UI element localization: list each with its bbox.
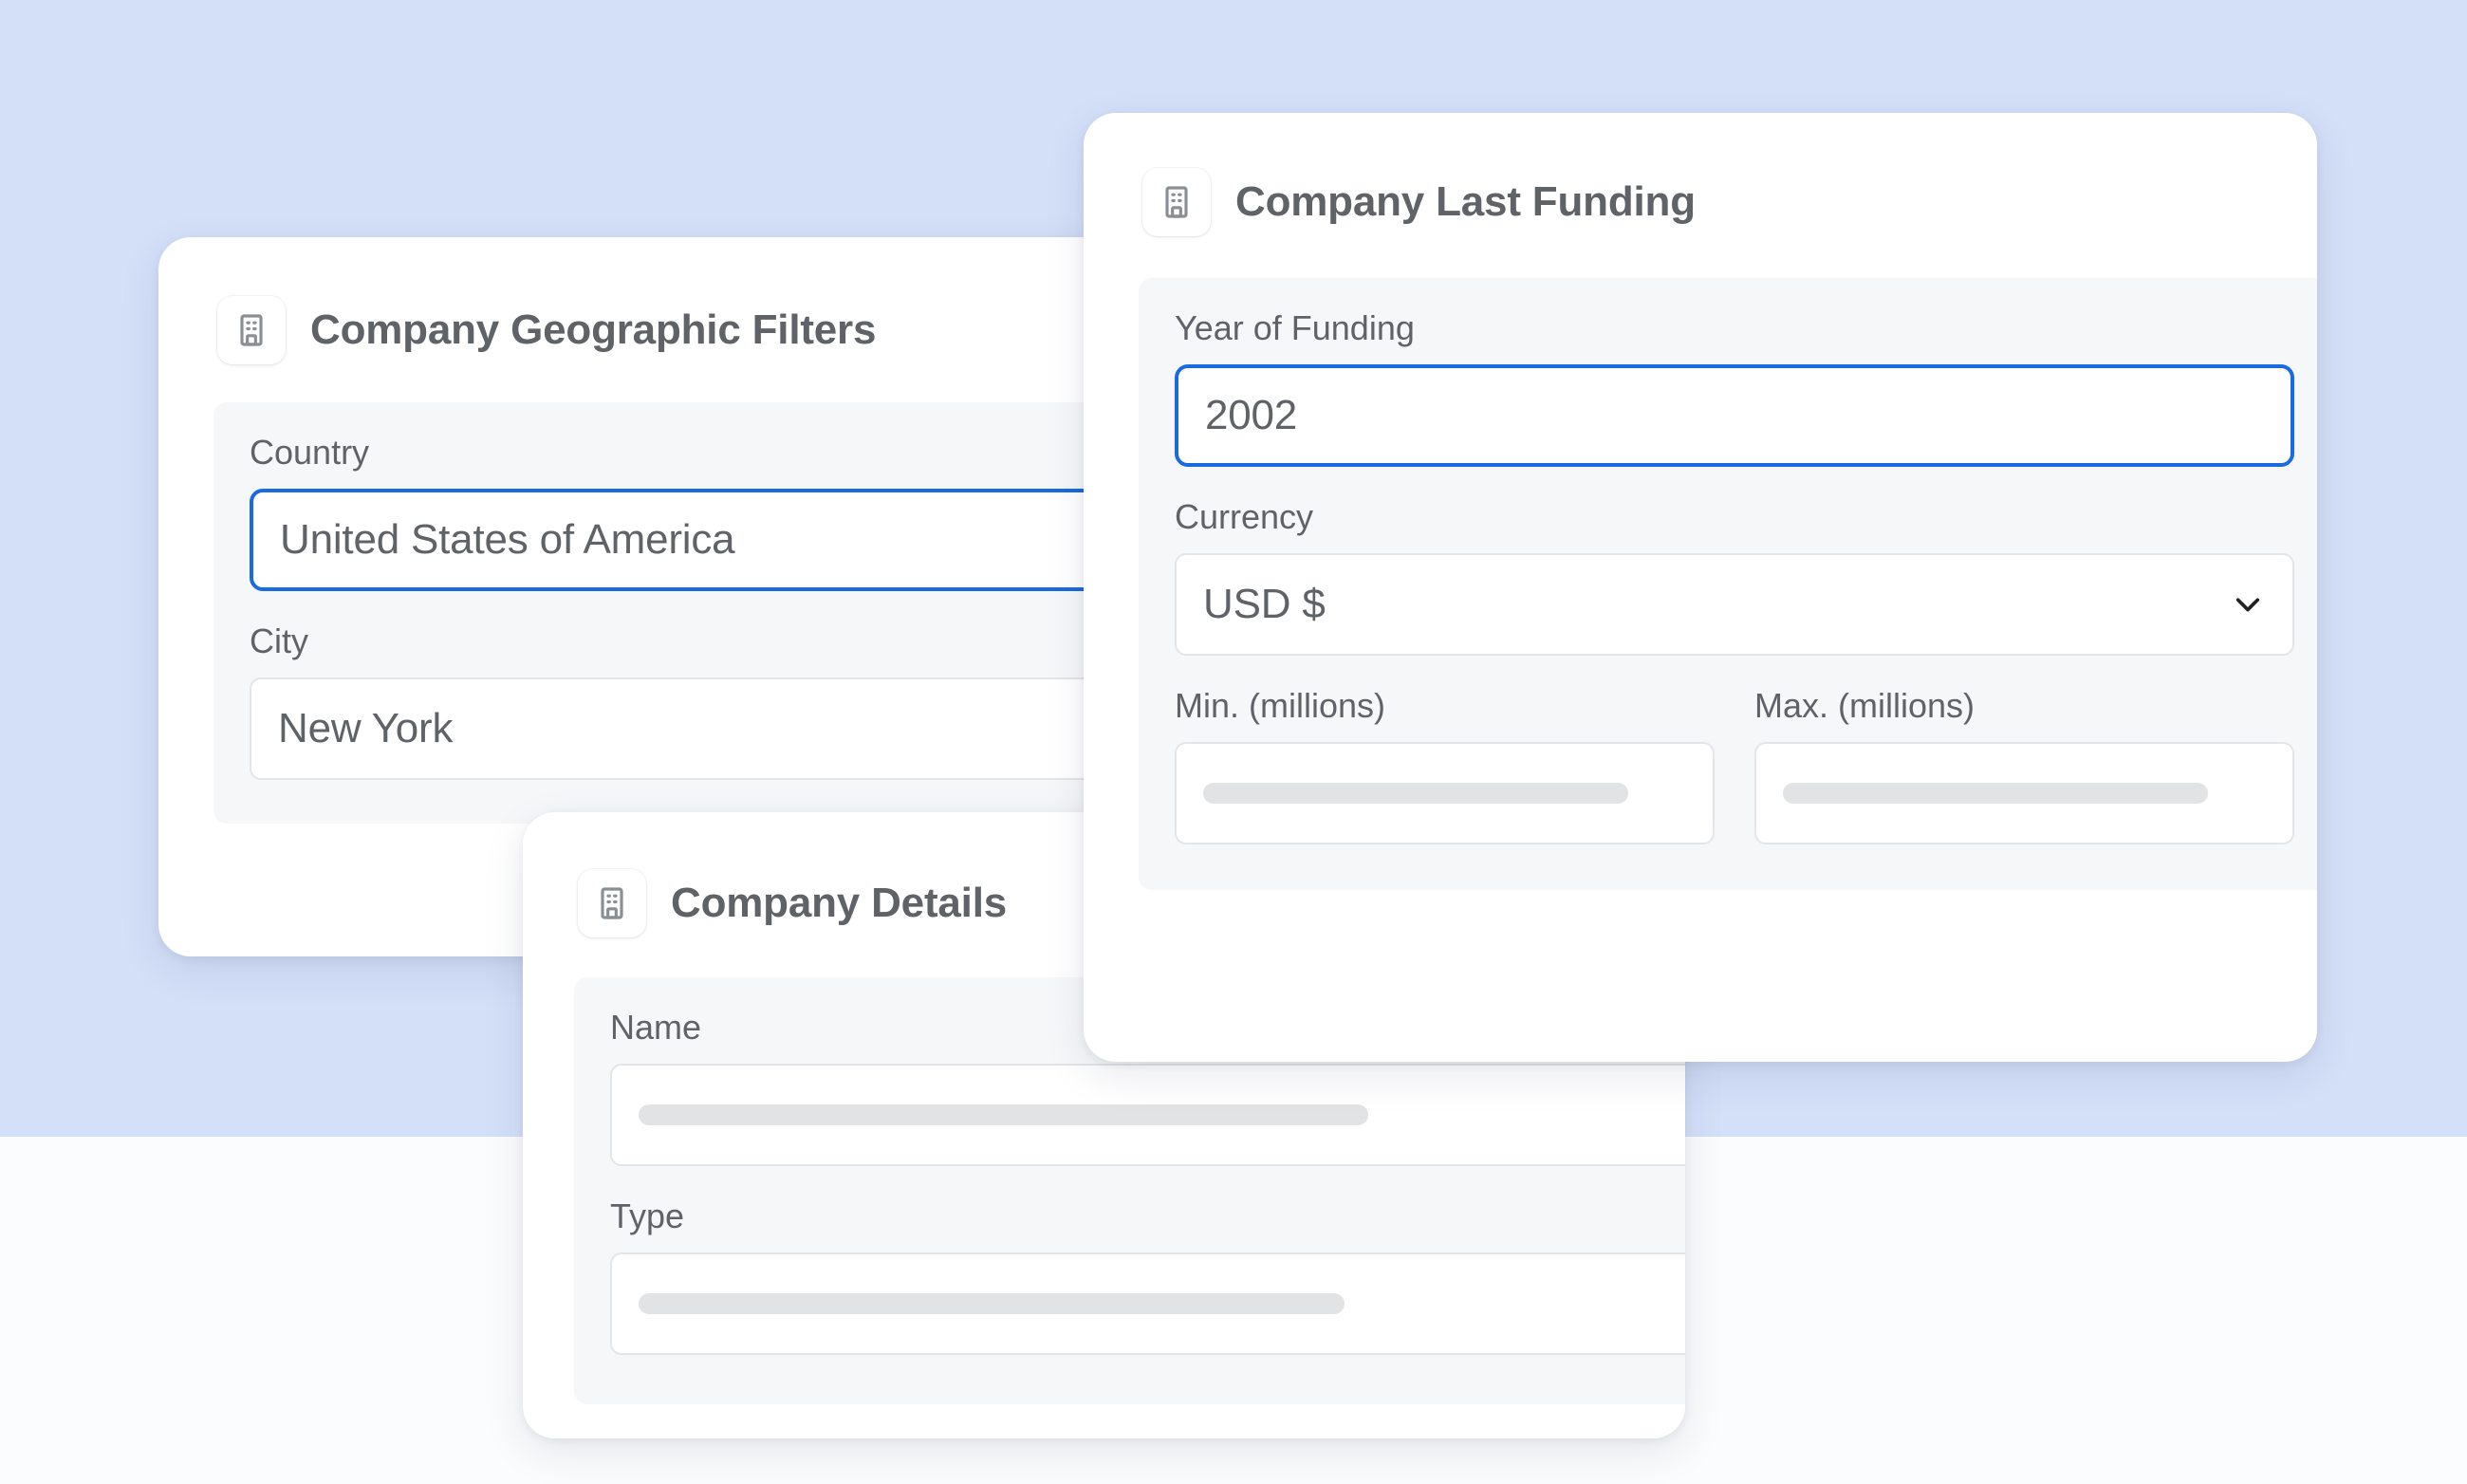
max-millions-input[interactable] bbox=[1754, 742, 2294, 844]
type-input[interactable] bbox=[610, 1252, 1685, 1355]
min-millions-label: Min. (millions) bbox=[1175, 686, 1386, 725]
currency-field: Currency USD $ bbox=[1175, 495, 2294, 656]
name-placeholder-bar bbox=[639, 1104, 1368, 1125]
type-field: Type bbox=[610, 1195, 1685, 1355]
max-millions-field: Max. (millions) bbox=[1754, 684, 2294, 844]
name-input[interactable] bbox=[610, 1064, 1685, 1166]
building-icon bbox=[217, 296, 286, 364]
card-title: Company Last Funding bbox=[1235, 178, 1696, 225]
chevron-down-icon[interactable] bbox=[2230, 586, 2266, 622]
year-of-funding-input[interactable]: 2002 bbox=[1175, 364, 2294, 467]
building-icon bbox=[1142, 168, 1211, 236]
currency-value: USD $ bbox=[1203, 581, 1326, 627]
city-input[interactable]: New York bbox=[250, 677, 1148, 780]
min-millions-placeholder-bar bbox=[1203, 783, 1628, 804]
card-title: Company Details bbox=[671, 880, 1007, 926]
min-millions-input[interactable] bbox=[1175, 742, 1715, 844]
max-millions-label: Max. (millions) bbox=[1754, 686, 1975, 725]
country-label: Country bbox=[250, 433, 370, 472]
year-of-funding-value: 2002 bbox=[1205, 392, 1298, 438]
card-header: Company Geographic Filters bbox=[158, 237, 1148, 364]
country-value: United States of America bbox=[280, 516, 735, 563]
year-of-funding-label: Year of Funding bbox=[1175, 308, 1415, 347]
card-title: Company Geographic Filters bbox=[310, 306, 877, 353]
building-icon bbox=[578, 869, 646, 937]
city-label: City bbox=[250, 621, 308, 660]
company-last-funding-card[interactable]: Company Last Funding Year of Funding 200… bbox=[1084, 113, 2317, 1062]
currency-label: Currency bbox=[1175, 497, 1314, 536]
geographic-fields-panel: Country United States of America City Ne… bbox=[213, 402, 1148, 824]
year-of-funding-field: Year of Funding 2002 bbox=[1175, 306, 2294, 467]
card-header: Company Last Funding bbox=[1084, 113, 2317, 236]
type-label: Type bbox=[610, 1196, 685, 1235]
min-millions-field: Min. (millions) bbox=[1175, 684, 1715, 844]
country-field: Country United States of America bbox=[250, 431, 1148, 591]
max-millions-placeholder-bar bbox=[1783, 783, 2208, 804]
country-input[interactable]: United States of America bbox=[250, 489, 1148, 591]
currency-select[interactable]: USD $ bbox=[1175, 553, 2294, 656]
city-value: New York bbox=[278, 705, 454, 751]
funding-fields-panel: Year of Funding 2002 Currency USD $ Min.… bbox=[1139, 278, 2317, 890]
type-placeholder-bar bbox=[639, 1293, 1345, 1314]
funding-amount-row: Min. (millions) Max. (millions) bbox=[1175, 684, 2294, 844]
city-field: City New York bbox=[250, 620, 1148, 780]
